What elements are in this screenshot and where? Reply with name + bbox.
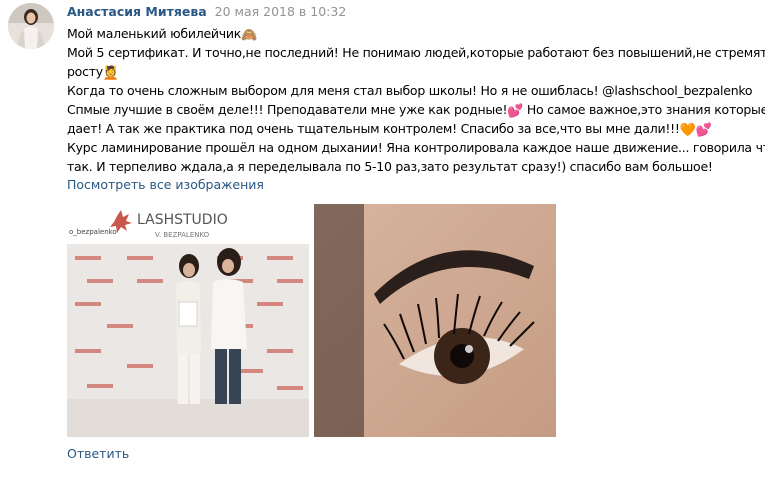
post-text-line: Когда то очень сложным выбором для меня … [67, 83, 753, 98]
orange-heart-two-hearts-icon: 🧡💕 [679, 123, 712, 138]
post-text-line: дает! А так же практика под очень тщател… [67, 121, 712, 138]
post-text: Мой маленький юбилейчик🙈 Мой 5 сертифика… [67, 24, 765, 176]
post-text-line: Мой маленький юбилейчик🙈 [67, 26, 258, 43]
see-no-evil-monkey-icon: 🙈 [241, 28, 258, 43]
author-name-link[interactable]: Анастасия Митяева [67, 4, 207, 19]
post-text-line: Спмые лучшие в своём деле!!! Преподавате… [67, 102, 765, 119]
two-hearts-icon: 💕 [507, 104, 524, 119]
wall-post: Анастасия Митяева 20 мая 2018 в 10:32 Мо… [0, 0, 771, 489]
banner-handle-text: o_bezpalenko [69, 228, 117, 236]
post-text-line: росту💆 [67, 64, 119, 81]
post-header: Анастасия Митяева 20 мая 2018 в 10:32 [67, 3, 346, 21]
banner-sub-text: V. BEZPALENKO [155, 231, 210, 239]
post-text-line: так. И терпеливо ждала,а я переделывала … [67, 159, 713, 174]
author-avatar[interactable] [8, 3, 54, 49]
certificate-photo[interactable]: LASHSTUDIO V. BEZPALENKO o_bezpalenko [67, 204, 309, 437]
post-date-link[interactable]: 20 мая 2018 в 10:32 [215, 4, 347, 19]
reply-link[interactable]: Ответить [67, 445, 129, 463]
eyelash-closeup-photo[interactable] [314, 204, 556, 437]
banner-logo-text: LASHSTUDIO [137, 212, 228, 228]
post-text-line: Курс ламинирование прошёл на одном дыхан… [67, 140, 765, 155]
view-all-images-link[interactable]: Посмотреть все изображения [67, 176, 264, 194]
face-massage-icon: 💆 [102, 66, 119, 81]
post-text-line: Мой 5 сертификат. И точно,не последний! … [67, 45, 765, 60]
